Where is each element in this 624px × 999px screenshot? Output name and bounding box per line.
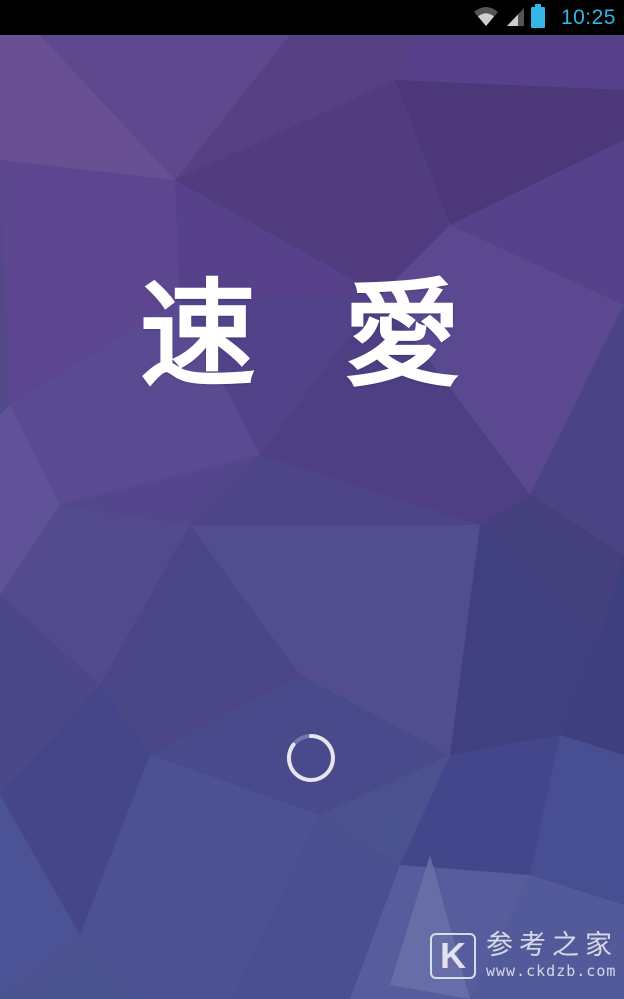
battery-icon <box>530 3 545 32</box>
status-time: 10:25 <box>560 5 616 29</box>
low-poly-background <box>0 35 624 999</box>
wifi-icon <box>473 5 499 31</box>
watermark-title: 参考之家 <box>486 930 618 961</box>
splash-screen: 10:25 速 愛 K 参考之家 www.ckdzb.com <box>0 0 624 999</box>
watermark-text: 参考之家 www.ckdzb.com <box>486 931 618 981</box>
status-indicators: 10:25 <box>473 0 616 35</box>
app-title: 速 愛 <box>139 268 485 403</box>
watermark: K 参考之家 www.ckdzb.com <box>430 931 618 981</box>
loading-spinner-icon <box>285 732 337 784</box>
cell-signal-icon <box>505 5 525 31</box>
watermark-url: www.ckdzb.com <box>486 962 617 980</box>
status-bar: 10:25 <box>0 0 624 35</box>
watermark-logo: K <box>430 933 476 979</box>
